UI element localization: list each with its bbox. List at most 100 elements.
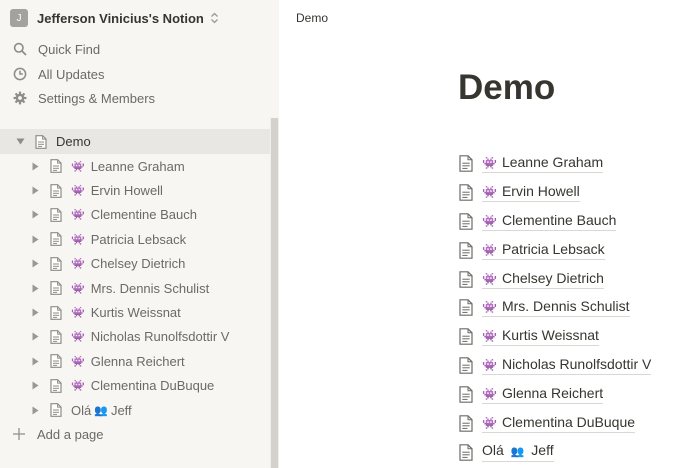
page-link[interactable]: 👾 Chelsey Dietrich <box>459 265 651 294</box>
page-link[interactable]: 👾 Ervin Howell <box>459 178 651 207</box>
page-link[interactable]: 👾 Kurtis Weissnat <box>459 322 651 351</box>
page-link[interactable]: 👾 Glenna Reichert <box>459 380 651 409</box>
alien-monster-icon: 👾 <box>482 387 497 402</box>
page-link-text: Mrs. Dennis Schulist <box>501 298 630 315</box>
tree-item-label: Patricia Lebsack <box>90 231 187 247</box>
busts-in-silhouette-icon: 👥 <box>510 446 525 459</box>
caret-right-icon <box>32 235 38 244</box>
caret-right-icon <box>32 186 38 195</box>
expand-toggle[interactable] <box>30 308 40 318</box>
page-icon <box>50 183 62 198</box>
page-icon <box>50 232 62 247</box>
tree-item-label: Ervin Howell <box>90 183 163 199</box>
expand-toggle[interactable] <box>30 186 40 196</box>
alien-monster-icon: 👾 <box>71 307 85 320</box>
alien-monster-icon: 👾 <box>71 258 85 271</box>
page-icon <box>50 403 62 417</box>
tree-item-ola-jeff[interactable]: Olá 👥 Jeff <box>0 398 270 422</box>
page-link-text: Clementine Bauch <box>501 211 617 228</box>
page-icon <box>459 212 473 230</box>
tree-item[interactable]: 👾 Mrs. Dennis Schulist <box>0 276 270 300</box>
tree-item[interactable]: 👾 Patricia Lebsack <box>0 227 270 251</box>
page-link-text: Chelsey Dietrich <box>501 269 604 286</box>
page-link-label: 👾 Leanne Graham <box>482 154 604 173</box>
tree-item[interactable]: 👾 Ervin Howell <box>0 178 270 202</box>
expand-toggle[interactable] <box>30 356 40 366</box>
tree-item[interactable]: 👾 Clementine Bauch <box>0 203 270 227</box>
caret-right-icon <box>32 284 38 293</box>
busts-in-silhouette-icon: 👥 <box>94 404 108 417</box>
tree-item-label: Nicholas Runolfsdottir V <box>90 329 230 345</box>
alien-monster-icon: 👾 <box>71 160 85 173</box>
expand-toggle[interactable] <box>30 161 40 171</box>
page-icon <box>50 330 62 344</box>
expand-toggle[interactable] <box>30 332 40 342</box>
caret-right-icon <box>32 259 38 268</box>
sidebar-scrollbar-thumb[interactable] <box>271 118 278 468</box>
page-link-label: 👾 Clementina DuBuque <box>482 414 636 433</box>
caret-right-icon <box>32 162 38 171</box>
settings-members-label: Settings & Members <box>38 90 156 106</box>
expand-toggle[interactable] <box>15 137 25 147</box>
tree-item-label: Leanne Graham <box>90 158 185 174</box>
alien-monster-icon: 👾 <box>482 271 497 286</box>
page-link-ola-jeff[interactable]: Olá 👥 Jeff <box>459 438 651 467</box>
page-link[interactable]: 👾 Clementina DuBuque <box>459 409 651 438</box>
breadcrumb[interactable]: Demo <box>296 11 328 25</box>
page-link-label: 👾 Chelsey Dietrich <box>482 270 604 289</box>
page-link[interactable]: 👾 Clementine Bauch <box>459 207 651 236</box>
tree-item-label: Clementine Bauch <box>90 207 197 223</box>
page-title[interactable]: Demo <box>458 68 555 108</box>
page-icon <box>50 256 62 271</box>
caret-right-icon <box>32 308 38 317</box>
tree-item[interactable]: 👾 Kurtis Weissnat <box>0 300 270 324</box>
add-page-button[interactable]: Add a page <box>0 422 270 446</box>
alien-monster-icon: 👾 <box>482 358 497 373</box>
expand-toggle[interactable] <box>30 210 40 220</box>
page-link-text: Nicholas Runolfsdottir V <box>501 356 652 373</box>
tree-item-demo[interactable]: Demo <box>0 129 270 154</box>
tree-item[interactable]: 👾 Clementina DuBuque <box>0 374 270 398</box>
tree-item[interactable]: 👾 Nicholas Runolfsdottir V <box>0 325 270 349</box>
alien-monster-icon: 👾 <box>71 233 85 246</box>
page-link-text: Ervin Howell <box>501 182 580 199</box>
page-link[interactable]: 👾 Mrs. Dennis Schulist <box>459 293 651 322</box>
alien-monster-icon: 👾 <box>71 282 85 295</box>
tree-item-label: Kurtis Weissnat <box>90 305 181 321</box>
page-icon <box>459 155 473 172</box>
tree-item-label-prefix: Olá <box>71 402 92 418</box>
expand-toggle[interactable] <box>30 405 40 415</box>
expand-toggle[interactable] <box>30 283 40 293</box>
caret-right-icon <box>32 332 38 341</box>
page-icon <box>459 386 473 403</box>
expand-toggle[interactable] <box>30 381 40 391</box>
page-link-label: 👾 Glenna Reichert <box>482 385 604 405</box>
tree-item-label: Chelsey Dietrich <box>90 256 186 272</box>
tree-item[interactable]: 👾 Chelsey Dietrich <box>0 252 270 276</box>
quick-find-item[interactable]: Quick Find <box>0 37 279 61</box>
page-icon <box>459 415 473 432</box>
tree-item[interactable]: 👾 Glenna Reichert <box>0 349 270 373</box>
chevron-up-down-icon <box>210 12 218 24</box>
page-link-label: Olá 👥 Jeff <box>482 442 554 463</box>
tree-item[interactable]: 👾 Leanne Graham <box>0 154 270 178</box>
alien-monster-icon: 👾 <box>71 185 85 198</box>
page-link[interactable]: 👾 Patricia Lebsack <box>459 236 651 265</box>
alien-monster-icon: 👾 <box>482 242 497 257</box>
plus-icon <box>13 428 25 441</box>
alien-monster-icon: 👾 <box>71 331 85 344</box>
workspace-switcher[interactable]: J Jefferson Vinicius's Notion <box>0 0 279 36</box>
caret-right-icon <box>32 210 38 219</box>
page-link[interactable]: 👾 Nicholas Runolfsdottir V <box>459 351 652 380</box>
all-updates-item[interactable]: All Updates <box>0 62 279 86</box>
alien-monster-icon: 👾 <box>482 329 497 344</box>
expand-toggle[interactable] <box>30 234 40 244</box>
all-updates-label: All Updates <box>38 66 105 82</box>
settings-members-item[interactable]: Settings & Members <box>0 86 279 110</box>
tree-item-label: Clementina DuBuque <box>90 378 215 394</box>
page-link[interactable]: 👾 Leanne Graham <box>459 149 651 178</box>
page-link-text: Kurtis Weissnat <box>501 327 599 344</box>
expand-toggle[interactable] <box>30 259 40 269</box>
page-icon <box>459 241 473 259</box>
alien-monster-icon: 👾 <box>71 380 85 393</box>
